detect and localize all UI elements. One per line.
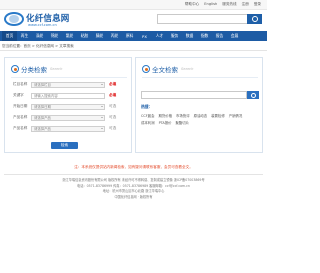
fulltext-search-panel: 全文检索 Search 热搜： CCF晨会 期货价格 市场快评 原油动态 装置检…	[135, 57, 263, 153]
hot-search-label: 热搜：	[141, 104, 153, 109]
nav-item[interactable]: 服务	[167, 33, 182, 39]
nav-item[interactable]: 再生	[17, 33, 32, 39]
top-link-help[interactable]: 帮助中心	[185, 2, 199, 7]
nav-item[interactable]: 腈纶	[92, 33, 107, 39]
nav-item-home[interactable]: 首页	[2, 31, 17, 41]
panel-title: 分类检索	[21, 66, 47, 74]
nav-item[interactable]: 指数	[197, 33, 212, 39]
field-row-product: 产品名称 请选择产品 可选	[13, 114, 116, 121]
hot-search-link[interactable]: 市场快评	[176, 113, 190, 118]
hot-search-row: CCF晨会 期货价格 市场快评 原油动态 装置检修 产销情况	[141, 113, 242, 118]
nav-item[interactable]: 氨纶	[62, 33, 77, 39]
classified-search-panel: 分类检索 Search 栏目名称 请选择栏目 必填 关键字 请输入搜索内容 必填…	[4, 57, 132, 153]
top-link-hotline[interactable]: 服务热线	[222, 2, 236, 7]
product-select[interactable]: 请选择产品	[31, 114, 105, 121]
divider	[0, 50, 267, 51]
footer: 浙江华瑞信息资讯股份有限公司 版权所有 未经许可不得转载、复制或建立镜像 浙IC…	[0, 178, 267, 200]
column-select[interactable]: 请选择栏目	[31, 81, 105, 88]
top-link-login[interactable]: 登录	[254, 2, 261, 7]
header-search-button[interactable]	[247, 14, 262, 24]
nav-item[interactable]: 丙纶	[107, 33, 122, 39]
panel-divider	[11, 77, 127, 78]
field-row-start-date: 开始日期 请选择日期 可选	[13, 103, 116, 110]
panel-subtitle: Search	[181, 67, 194, 71]
nav-item[interactable]: 粘胶	[77, 33, 92, 39]
required-tag: 必填	[109, 82, 117, 86]
classified-search-button[interactable]: 检索	[51, 142, 78, 149]
hot-search-link[interactable]: 聚酯切片	[176, 120, 190, 125]
nav-item[interactable]: 原料	[122, 33, 137, 39]
nav-item[interactable]: 锦纶	[47, 33, 62, 39]
nav-item[interactable]: 涤纶	[32, 33, 47, 39]
optional-tag: 可选	[109, 126, 117, 130]
product-select-2[interactable]: 请选择产品	[31, 125, 105, 132]
footer-line: 中国化纤信息网 · 版权所有	[114, 194, 153, 199]
field-label: 关键字	[13, 93, 24, 97]
hot-search-row: 成本利润 PTA报价 聚酯切片	[141, 120, 189, 125]
nav-item[interactable]: PX	[137, 34, 152, 39]
optional-tag: 可选	[109, 104, 117, 108]
search-badge-icon	[11, 65, 19, 73]
required-tag: 必填	[109, 93, 117, 97]
panel-subtitle: Search	[50, 67, 63, 71]
header-search-input[interactable]	[157, 14, 249, 24]
top-link-register[interactable]: 注册	[242, 2, 249, 7]
field-label: 栏目名称	[13, 82, 28, 86]
panel-title: 全文检索	[152, 66, 178, 74]
top-utility-bar: 帮助中心 English 服务热线 注册 登录	[0, 0, 267, 10]
hot-search-link[interactable]: 原油动态	[194, 113, 208, 118]
footer-divider	[4, 174, 263, 175]
hot-search-link[interactable]: 期货价格	[158, 113, 172, 118]
nav-item[interactable]: 会展	[227, 33, 242, 39]
keyword-input[interactable]: 请输入搜索内容	[31, 92, 105, 99]
fulltext-search-button[interactable]	[247, 91, 259, 99]
top-links: 帮助中心 English 服务热线 注册 登录	[185, 2, 261, 7]
hot-search-link[interactable]: 产销情况	[229, 113, 243, 118]
nav-item[interactable]: 报告	[212, 33, 227, 39]
field-label: 产品名称	[13, 126, 28, 130]
hot-search-link[interactable]: PTA报价	[159, 120, 172, 125]
notice-text: 注：本系统仅提供站内新闻检索，如有疑问请联系客服，会员可查看全文。	[74, 165, 193, 169]
ccf-logo-icon	[4, 12, 24, 26]
field-row-product-2: 产品名称 请选择产品 可选	[13, 125, 116, 132]
fulltext-search-input[interactable]	[141, 91, 247, 99]
nav-item[interactable]: 人才	[152, 33, 167, 39]
hot-search-link[interactable]: CCF晨会	[141, 113, 154, 118]
field-label: 产品名称	[13, 115, 28, 119]
fulltext-search-title: 全文检索 Search	[142, 63, 193, 75]
field-label: 开始日期	[13, 104, 28, 108]
classified-search-title: 分类检索 Search	[11, 63, 62, 75]
breadcrumb: 您当前位置：首页 > 化纤信息网 > 文章搜索	[2, 44, 74, 48]
site-logo[interactable]: 化纤信息网 www.ccf.com.cn	[4, 10, 69, 30]
hot-search-link[interactable]: 成本利润	[141, 120, 155, 125]
logo-url: www.ccf.com.cn	[28, 23, 57, 27]
start-date-select[interactable]: 请选择日期	[31, 103, 105, 110]
nav-item[interactable]: 数据	[182, 33, 197, 39]
search-badge-icon	[142, 65, 150, 73]
field-row-keyword: 关键字 请输入搜索内容 必填	[13, 92, 116, 99]
optional-tag: 可选	[109, 115, 117, 119]
hot-search-link[interactable]: 装置检修	[211, 113, 225, 118]
main-nav: 首页 再生 涤纶 锦纶 氨纶 粘胶 腈纶 丙纶 原料 PX 人才 服务 数据 指…	[0, 31, 267, 41]
field-row-column: 栏目名称 请选择栏目 必填	[13, 81, 116, 88]
top-link-english[interactable]: English	[204, 2, 217, 7]
panel-divider	[142, 77, 258, 78]
